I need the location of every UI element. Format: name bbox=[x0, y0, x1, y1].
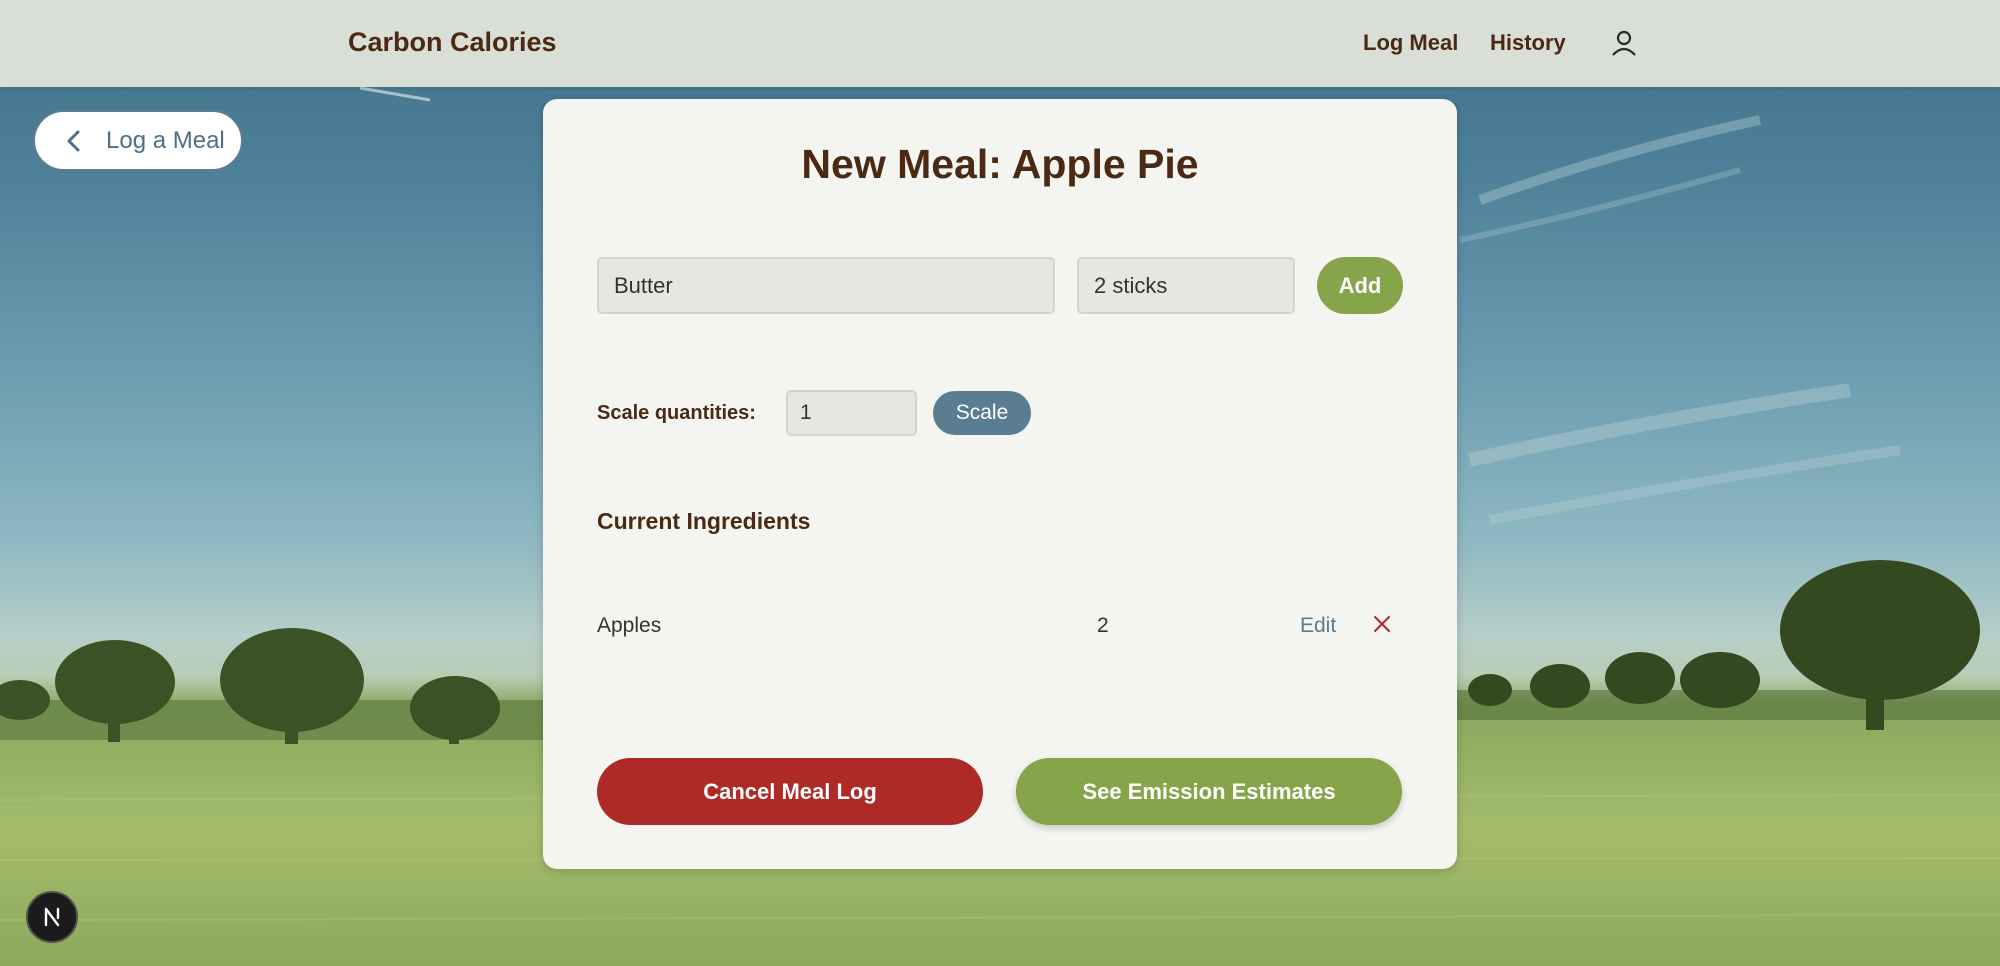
nav-log-meal[interactable]: Log Meal bbox=[1363, 30, 1458, 56]
back-to-log-a-meal-button[interactable]: Log a Meal bbox=[33, 110, 243, 171]
nextjs-logo-icon[interactable] bbox=[26, 891, 78, 943]
current-ingredients-heading: Current Ingredients bbox=[597, 508, 811, 534]
scale-quantities-label: Scale quantities: bbox=[597, 402, 756, 424]
add-ingredient-button[interactable]: Add bbox=[1317, 257, 1403, 314]
see-emission-estimates-button[interactable]: See Emission Estimates bbox=[1016, 758, 1402, 825]
ingredient-input[interactable] bbox=[597, 257, 1055, 314]
close-icon[interactable] bbox=[1372, 614, 1392, 634]
ingredient-name: Apples bbox=[597, 614, 662, 637]
back-button-label: Log a Meal bbox=[106, 127, 225, 154]
top-navigation-bar: Carbon Calories Log Meal History bbox=[0, 0, 2000, 87]
scale-factor-input[interactable] bbox=[786, 390, 917, 436]
scale-button[interactable]: Scale bbox=[933, 391, 1031, 435]
new-meal-card: New Meal: Apple Pie Add Scale quantities… bbox=[543, 99, 1457, 869]
chevron-left-icon bbox=[61, 128, 87, 154]
brand-title[interactable]: Carbon Calories bbox=[348, 27, 557, 58]
ingredient-quantity: 2 bbox=[1097, 614, 1109, 637]
cancel-meal-log-button[interactable]: Cancel Meal Log bbox=[597, 758, 983, 825]
page-title: New Meal: Apple Pie bbox=[801, 141, 1199, 187]
user-icon[interactable] bbox=[1608, 27, 1640, 59]
nav-history[interactable]: History bbox=[1490, 30, 1566, 56]
ingredient-row: Apples 2 Edit bbox=[597, 604, 1403, 644]
edit-ingredient-button[interactable]: Edit bbox=[1300, 614, 1336, 638]
quantity-input[interactable] bbox=[1077, 257, 1295, 314]
